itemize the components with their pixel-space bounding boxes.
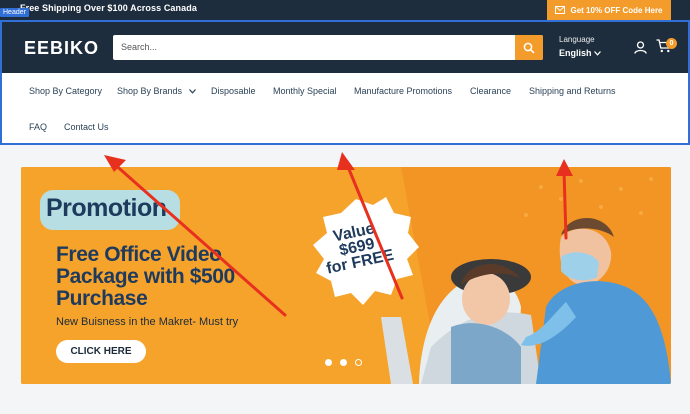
chevron-down-icon xyxy=(594,51,601,56)
main-navigation: Shop By Category Shop By Brands Disposab… xyxy=(0,73,690,145)
promotion-label: Promotion xyxy=(46,194,167,222)
discount-code-button[interactable]: Get 10% OFF Code Here xyxy=(547,0,671,20)
envelope-icon xyxy=(555,6,566,14)
nav-shop-by-category[interactable]: Shop By Category xyxy=(29,86,102,96)
search-button[interactable] xyxy=(515,35,543,60)
cart-count-badge: 0 xyxy=(666,38,677,49)
nav-shipping-returns[interactable]: Shipping and Returns xyxy=(529,86,616,96)
nav-shop-by-brands-label: Shop By Brands xyxy=(117,86,183,96)
carousel-dot[interactable] xyxy=(355,359,362,366)
banner-headline: Free Office Video Package with $500 Purc… xyxy=(56,243,235,310)
carousel-dot[interactable] xyxy=(340,359,347,366)
nav-manufacture-promotions[interactable]: Manufacture Promotions xyxy=(354,86,452,96)
nav-monthly-special[interactable]: Monthly Special xyxy=(273,86,337,96)
account-icon[interactable] xyxy=(634,41,647,54)
search-bar[interactable]: Search... xyxy=(113,35,543,60)
nav-clearance[interactable]: Clearance xyxy=(470,86,511,96)
site-logo[interactable]: EEBIKO xyxy=(24,38,99,59)
carousel-dots xyxy=(325,359,362,366)
announcement-bar: Free Shipping Over $100 Across Canada He… xyxy=(0,0,690,20)
click-here-button[interactable]: CLICK HERE xyxy=(56,340,146,363)
nav-disposable[interactable]: Disposable xyxy=(211,86,256,96)
language-selector[interactable]: Language English xyxy=(559,35,601,58)
discount-code-label: Get 10% OFF Code Here xyxy=(570,5,663,15)
carousel-dot[interactable] xyxy=(325,359,332,366)
nav-faq[interactable]: FAQ xyxy=(29,122,47,132)
search-icon xyxy=(523,42,535,54)
header-tag: Header xyxy=(0,8,29,17)
chevron-down-icon xyxy=(188,89,196,94)
banner-subline: New Buisness in the Makret- Must try xyxy=(56,316,239,328)
nav-shop-by-brands[interactable]: Shop By Brands xyxy=(117,86,196,96)
search-input[interactable]: Search... xyxy=(121,42,157,52)
shipping-text: Free Shipping Over $100 Across Canada xyxy=(20,3,197,13)
site-header: EEBIKO Search... Language English 0 xyxy=(0,20,690,73)
language-value: English xyxy=(559,48,592,58)
nav-contact-us[interactable]: Contact Us xyxy=(64,122,109,132)
language-label: Language xyxy=(559,35,595,44)
